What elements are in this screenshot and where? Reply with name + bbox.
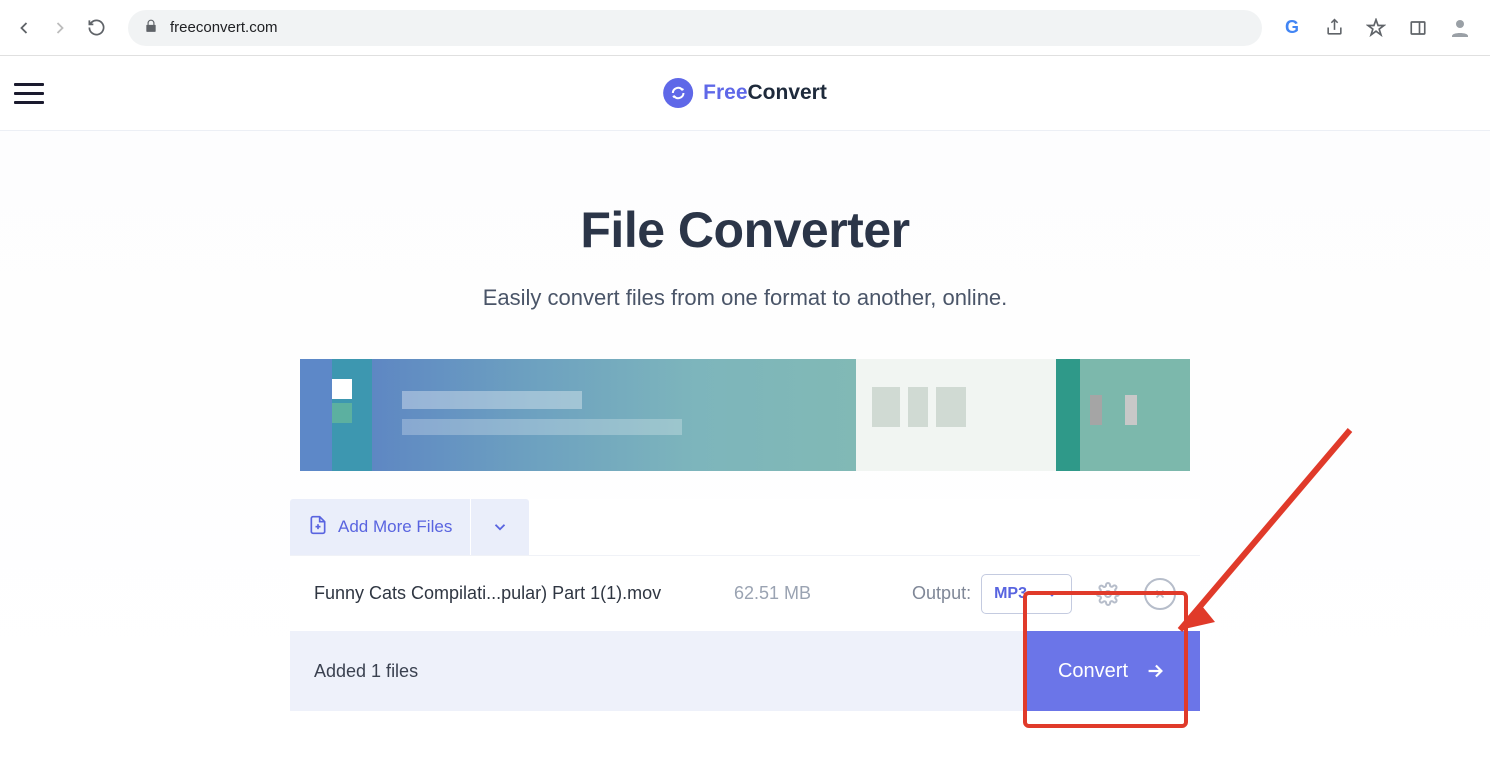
add-more-dropdown[interactable] (471, 499, 529, 555)
remove-file-button[interactable] (1144, 578, 1176, 610)
add-more-files-button[interactable]: Add More Files (290, 499, 470, 555)
gear-icon (1096, 582, 1120, 606)
page-title: File Converter (0, 201, 1490, 259)
close-icon (1153, 587, 1167, 601)
panel-footer: Added 1 files Convert (290, 631, 1200, 711)
convert-button[interactable]: Convert (1024, 631, 1200, 711)
logo-icon (663, 78, 693, 108)
arrow-right-icon (1144, 660, 1166, 682)
added-files-label: Added 1 files (314, 661, 418, 682)
add-more-label: Add More Files (338, 517, 452, 537)
logo-text: FreeConvert (703, 81, 827, 105)
output-label: Output: (912, 583, 971, 604)
url-text: freeconvert.com (170, 19, 278, 36)
site-header: FreeConvert (0, 56, 1490, 131)
browser-actions: G (1278, 14, 1474, 42)
file-name: Funny Cats Compilati...pular) Part 1(1).… (314, 583, 724, 604)
site-logo[interactable]: FreeConvert (663, 78, 827, 108)
file-row: Funny Cats Compilati...pular) Part 1(1).… (290, 555, 1200, 631)
menu-button[interactable] (14, 73, 54, 113)
chevron-down-icon (1045, 587, 1059, 601)
forward-button[interactable] (44, 12, 76, 44)
settings-button[interactable] (1092, 578, 1124, 610)
convert-label: Convert (1058, 660, 1128, 683)
browser-toolbar: freeconvert.com G (0, 0, 1490, 56)
file-panel: Add More Files Funny Cats Compilati...pu… (290, 499, 1200, 711)
file-size: 62.51 MB (734, 583, 811, 604)
page-subtitle: Easily convert files from one format to … (0, 285, 1490, 311)
add-file-icon (308, 514, 328, 541)
google-icon[interactable]: G (1278, 14, 1306, 42)
lock-icon (144, 19, 158, 37)
side-panel-icon[interactable] (1404, 14, 1432, 42)
share-icon[interactable] (1320, 14, 1348, 42)
address-bar[interactable]: freeconvert.com (128, 10, 1262, 46)
profile-icon[interactable] (1446, 14, 1474, 42)
reload-button[interactable] (80, 12, 112, 44)
bookmark-icon[interactable] (1362, 14, 1390, 42)
output-format-select[interactable]: MP3 (981, 574, 1072, 614)
ad-banner[interactable] (300, 359, 1190, 471)
selected-format: MP3 (994, 585, 1027, 603)
back-button[interactable] (8, 12, 40, 44)
